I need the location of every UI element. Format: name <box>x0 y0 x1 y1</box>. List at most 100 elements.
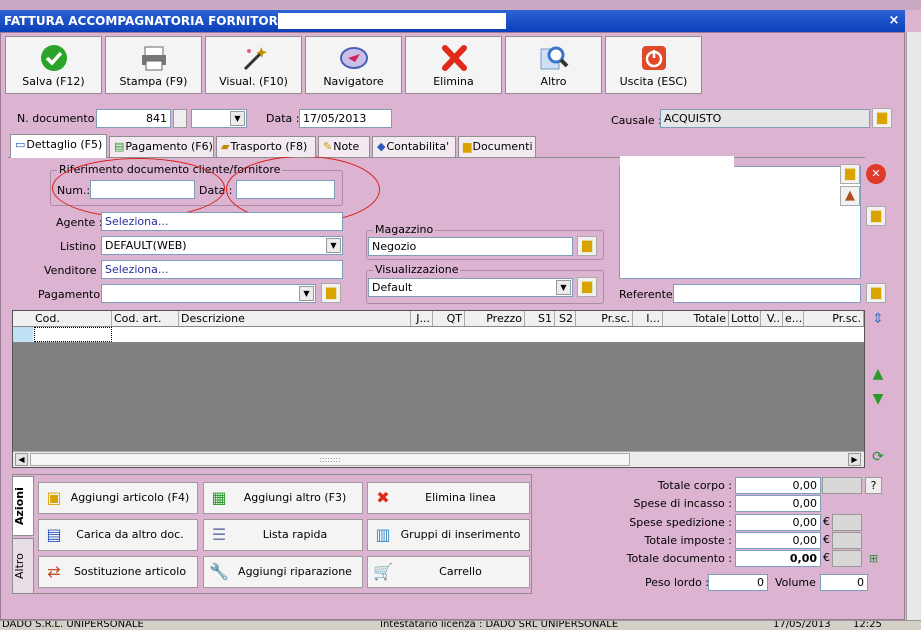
toolbar-label: Elimina <box>433 75 474 88</box>
tab-2[interactable]: ▰Trasporto (F8) <box>216 136 316 157</box>
referente-input[interactable] <box>673 284 861 303</box>
action-button-0[interactable]: ▣ Aggiungi articolo (F4) <box>38 482 198 514</box>
action-button-8[interactable]: 🛒 Carrello <box>367 556 530 588</box>
column-header[interactable]: S1 <box>525 311 555 326</box>
chevron-down-icon[interactable]: ▼ <box>556 280 571 295</box>
agente-input[interactable]: Seleziona... <box>101 212 343 231</box>
action-button-3[interactable]: ▤ Carica da altro doc. <box>38 519 198 551</box>
tab-label: Trasporto (F8) <box>230 140 308 153</box>
toolbar-button-3[interactable]: Navigatore <box>305 36 402 94</box>
volume-value[interactable]: 0 <box>820 574 868 591</box>
add-other-icon: ▦ <box>211 488 227 507</box>
chevron-down-icon[interactable]: ▼ <box>299 286 314 301</box>
tab-4[interactable]: ◆Contabilita' <box>372 136 456 157</box>
action-button-5[interactable]: ▥ Gruppi di inserimento <box>367 519 530 551</box>
title-redaction <box>278 13 506 29</box>
notes-icon: ✎ <box>323 140 333 153</box>
horizontal-scrollbar[interactable]: ◀ :::::::: ▶ <box>13 451 864 467</box>
action-label: Sostituzione articolo <box>73 565 187 578</box>
toolbar-button-6[interactable]: Uscita (ESC) <box>605 36 702 94</box>
help-button[interactable]: ? <box>865 477 882 494</box>
scroll-thumb[interactable]: :::::::: <box>30 453 630 466</box>
spese-incasso-value[interactable]: 0,00 <box>735 495 821 512</box>
spese-spedizione-value[interactable]: 0,00 <box>735 514 821 531</box>
toolbar-button-0[interactable]: Salva (F12) <box>5 36 102 94</box>
toolbar-button-5[interactable]: Altro <box>505 36 602 94</box>
tab-altro[interactable]: Altro <box>12 538 34 594</box>
toolbar-button-1[interactable]: Stampa (F9) <box>105 36 202 94</box>
column-header[interactable]: Pr.sc. <box>804 311 864 326</box>
magazzino-input[interactable]: Negozio <box>368 237 573 256</box>
chevron-down-icon[interactable]: ▼ <box>326 238 341 253</box>
column-header[interactable]: I... <box>633 311 663 326</box>
totale-documento-value: 0,00 <box>735 550 821 567</box>
action-button-6[interactable]: ⇄ Sostituzione articolo <box>38 556 198 588</box>
tab-1[interactable]: ▤Pagamento (F6) <box>109 136 214 157</box>
column-header[interactable]: V.. <box>761 311 783 326</box>
supplier-redaction <box>620 156 734 252</box>
close-button[interactable]: × <box>885 10 903 32</box>
data-label: Data : <box>266 112 300 125</box>
ndoc-suffix-select[interactable]: ▼ <box>191 109 247 128</box>
action-button-4[interactable]: ☰ Lista rapida <box>203 519 363 551</box>
articles-grid[interactable]: Cod. Cod. art. Descrizione J... QT Prezzo S1 S2… <box>12 310 865 468</box>
remove-icon[interactable]: ✕ <box>866 164 886 184</box>
tab-0[interactable]: ▭Dettaglio (F5) <box>10 134 107 158</box>
person-icon[interactable]: ▲ <box>840 186 860 206</box>
venditore-label: Venditore : <box>44 264 104 277</box>
cell-focus[interactable] <box>34 327 112 342</box>
column-header[interactable]: Totale <box>663 311 729 326</box>
listino-select[interactable]: DEFAULT(WEB) ▼ <box>101 236 343 255</box>
causale-input[interactable]: ACQUISTO <box>660 109 870 128</box>
column-header[interactable]: QT <box>433 311 465 326</box>
column-header[interactable]: Lotto <box>729 311 761 326</box>
folder-icon[interactable]: ▆ <box>866 206 886 226</box>
column-header[interactable]: S2 <box>555 311 576 326</box>
date-input[interactable]: 17/05/2013 <box>299 109 392 128</box>
toolbar-button-4[interactable]: Elimina <box>405 36 502 94</box>
folder-icon[interactable]: ▆ <box>321 283 341 303</box>
ndoc-spinner[interactable] <box>173 109 187 128</box>
action-button-7[interactable]: 🔧 Aggiungi riparazione <box>203 556 363 588</box>
folder-icon[interactable]: ▆ <box>577 236 597 256</box>
tab-5[interactable]: ▆Documenti <box>458 136 536 157</box>
ndoc-input[interactable]: 841 <box>96 109 171 128</box>
action-button-2[interactable]: ✖ Elimina linea <box>367 482 530 514</box>
peso-value[interactable]: 0 <box>708 574 768 591</box>
calculator-icon[interactable]: ⊞ <box>865 550 882 567</box>
folder-icon[interactable]: ▆ <box>872 108 892 128</box>
column-header[interactable]: Cod. art. <box>112 311 179 326</box>
toolbar-label: Visual. (F10) <box>219 75 288 88</box>
column-header[interactable]: J... <box>411 311 433 326</box>
toolbar-button-2[interactable]: Visual. (F10) <box>205 36 302 94</box>
folder-icon[interactable]: ▆ <box>577 277 597 297</box>
cart-icon: 🛒 <box>373 562 393 581</box>
column-header[interactable]: Descrizione <box>179 311 411 326</box>
tab-3[interactable]: ✎Note <box>318 136 370 157</box>
tab-label: Documenti <box>472 140 533 153</box>
folder-icon[interactable]: ▆ <box>866 283 886 303</box>
column-header[interactable]: e... <box>783 311 804 326</box>
toolbar-label: Uscita (ESC) <box>619 75 688 88</box>
scroll-right-icon[interactable]: ▶ <box>848 453 861 466</box>
toolbar-label: Altro <box>540 75 567 88</box>
magic-wand-icon <box>239 43 269 73</box>
printer-icon <box>139 43 169 73</box>
pagamento-select[interactable]: ▼ <box>101 284 316 303</box>
folder-icon[interactable]: ▆ <box>840 164 860 184</box>
scroll-left-icon[interactable]: ◀ <box>15 453 28 466</box>
column-header[interactable]: Cod. <box>33 311 112 326</box>
tab-azioni[interactable]: Azioni <box>12 476 34 536</box>
column-header[interactable]: Pr.sc. <box>576 311 633 326</box>
arrow-down-icon[interactable]: ▼ <box>869 390 887 408</box>
refresh-icon[interactable]: ⟳ <box>869 448 887 466</box>
chevron-down-icon[interactable]: ▼ <box>230 111 245 126</box>
arrows-updown-icon[interactable]: ⇕ <box>869 310 887 328</box>
arrow-up-icon[interactable]: ▲ <box>869 365 887 383</box>
action-button-1[interactable]: ▦ Aggiungi altro (F3) <box>203 482 363 514</box>
status-date: 17/05/2013 <box>773 620 831 630</box>
venditore-input[interactable]: Seleziona... <box>101 260 343 279</box>
table-row[interactable] <box>13 327 864 343</box>
visualizzazione-select[interactable]: Default ▼ <box>368 278 573 297</box>
column-header[interactable]: Prezzo <box>465 311 525 326</box>
